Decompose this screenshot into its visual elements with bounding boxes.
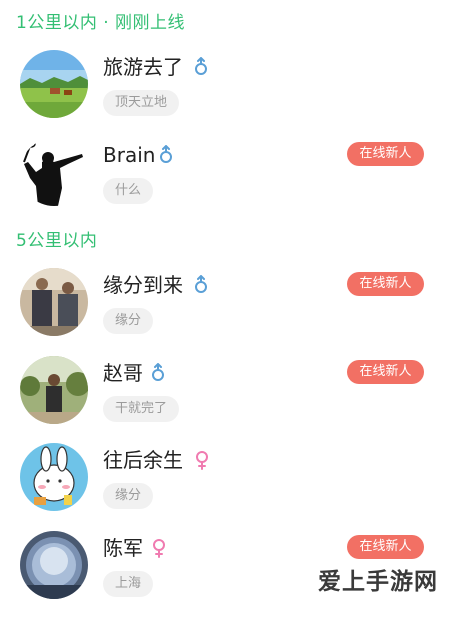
list-item-user[interactable]: 旅游去了 顶天立地 (0, 50, 450, 136)
user-tag: 顶天立地 (103, 90, 180, 116)
section-header-1km: 1公里以内 · 刚刚上线 (16, 13, 186, 33)
user-name: 旅游去了 (103, 55, 183, 79)
list-item-user[interactable]: 赵哥 干就完了 在线新人 (0, 356, 450, 442)
user-tag: 缘分 (103, 483, 154, 509)
list-item-user[interactable]: 缘分到来 缘分 在线新人 (0, 268, 450, 354)
online-newbie-badge: 在线新人 (347, 360, 424, 384)
user-tag: 缘分 (103, 308, 154, 334)
male-icon (152, 363, 164, 381)
user-tag: 什么 (103, 178, 154, 204)
male-icon (160, 145, 172, 163)
site-watermark: 爱上手游网 (318, 569, 438, 595)
section-header-5km: 5公里以内 (16, 231, 98, 251)
user-name: 陈军 (103, 536, 143, 560)
avatar[interactable] (20, 50, 88, 118)
user-name: 赵哥 (103, 361, 143, 385)
user-tag: 干就完了 (103, 396, 180, 422)
user-tag: 上海 (103, 571, 154, 597)
female-icon (196, 451, 208, 470)
avatar[interactable] (20, 268, 88, 336)
user-name: Brain (103, 143, 156, 167)
online-newbie-badge: 在线新人 (347, 535, 424, 559)
list-item-user[interactable]: Brain 什么 在线新人 (0, 138, 450, 224)
list-item-user[interactable]: 往后余生 缘分 (0, 443, 450, 529)
avatar[interactable] (20, 531, 88, 599)
user-name: 缘分到来 (103, 273, 183, 297)
avatar[interactable] (20, 138, 88, 206)
avatar[interactable] (20, 356, 88, 424)
online-newbie-badge: 在线新人 (347, 142, 424, 166)
avatar[interactable] (20, 443, 88, 511)
male-icon (195, 275, 207, 293)
male-icon (195, 57, 207, 75)
online-newbie-badge: 在线新人 (347, 272, 424, 296)
female-icon (153, 539, 165, 558)
user-name: 往后余生 (103, 448, 183, 472)
